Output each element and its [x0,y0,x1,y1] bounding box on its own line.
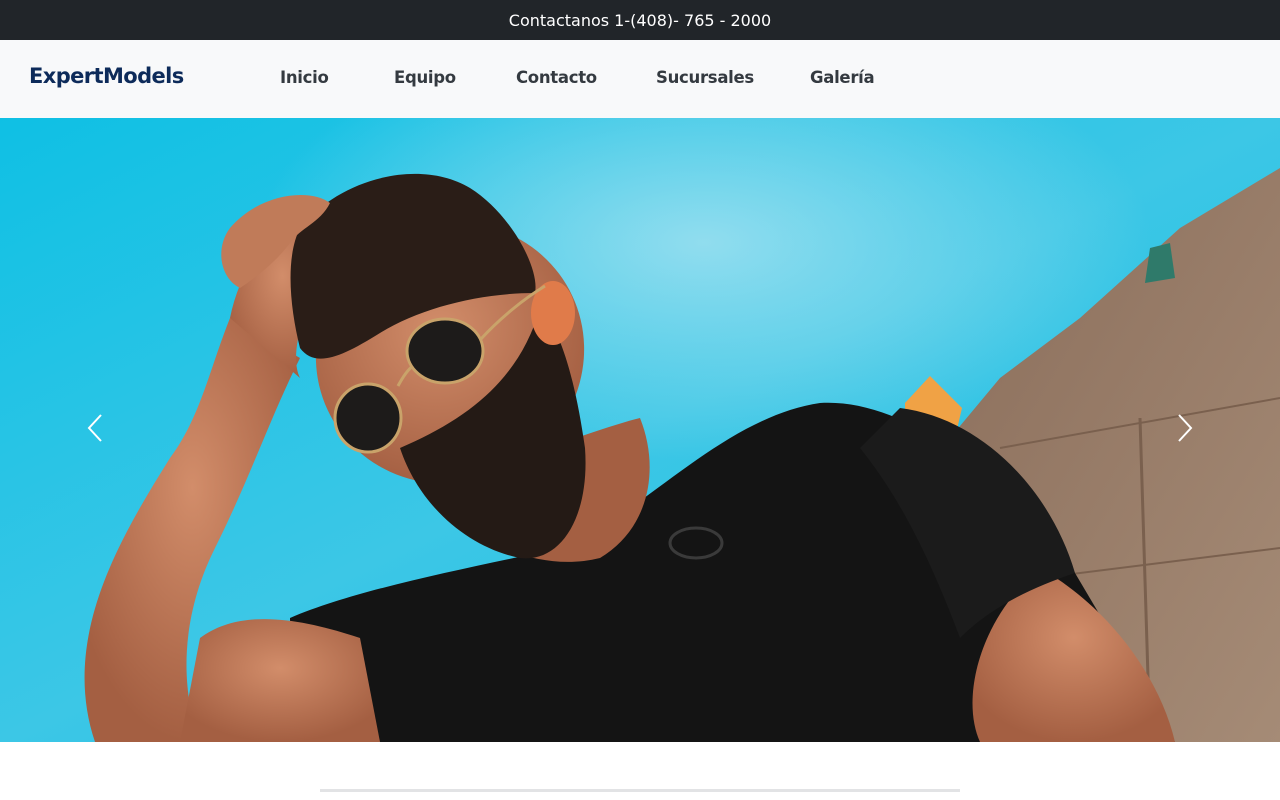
carousel-next-button[interactable] [1164,398,1204,458]
brand-logo[interactable]: ExpertModels [29,64,184,88]
hero-carousel [0,118,1280,742]
chevron-left-icon [87,414,102,442]
nav-link-sucursales[interactable]: Sucursales [656,68,754,87]
top-contact-bar: Contactanos 1-(408)- 765 - 2000 [0,0,1280,40]
section-divider [320,789,960,792]
nav-link-galeria[interactable]: Galería [810,68,875,87]
nav-link-inicio[interactable]: Inicio [280,68,329,87]
nav-link-contacto[interactable]: Contacto [516,68,597,87]
carousel-slide-image [0,118,1280,742]
chevron-right-icon [1178,414,1193,442]
contact-phone-text: Contactanos 1-(408)- 765 - 2000 [508,10,772,30]
navbar: ExpertModels Inicio Equipo Contacto Sucu… [0,40,1280,118]
carousel-prev-button[interactable] [76,398,116,458]
nav-link-equipo[interactable]: Equipo [394,68,456,87]
